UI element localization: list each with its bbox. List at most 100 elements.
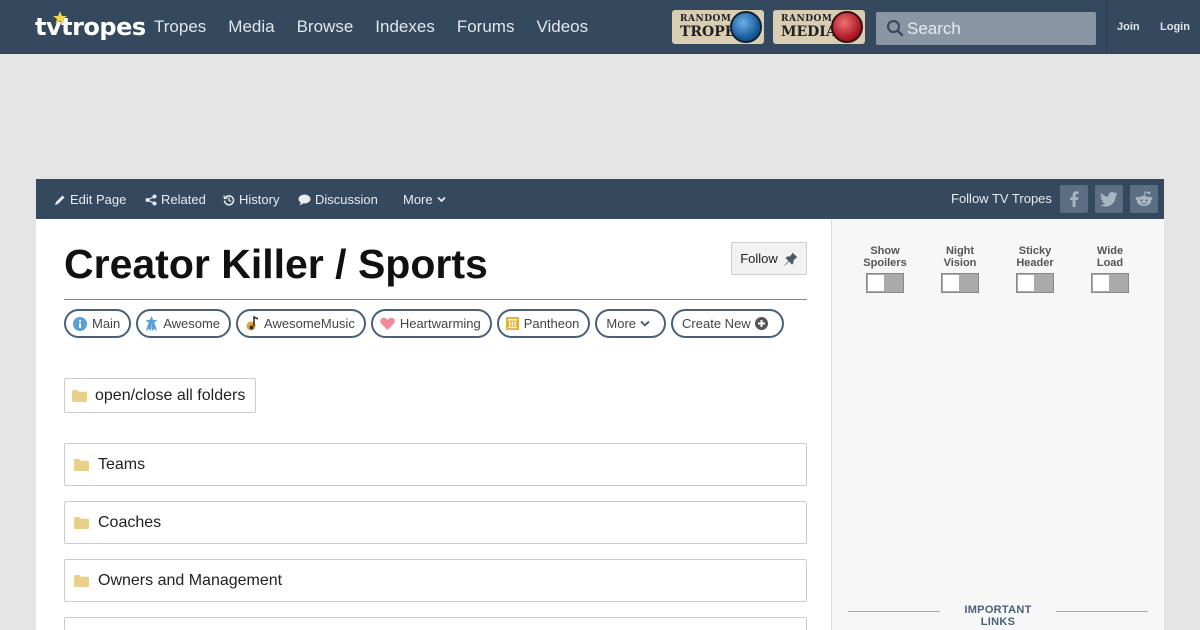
related-button[interactable]: Related	[145, 192, 206, 207]
edit-page-button[interactable]: Edit Page	[54, 192, 126, 207]
history-label: History	[239, 192, 280, 207]
folder-owners-management-label: Owners and Management	[98, 571, 283, 589]
pantheon-temple-icon	[505, 317, 519, 330]
wide-load-label-line2: Load	[1096, 257, 1124, 269]
more-label: More	[403, 192, 433, 207]
nav-videos[interactable]: Videos	[536, 17, 588, 37]
logo-text-tropes: tropes	[61, 13, 146, 41]
tab-main-label: Main	[92, 316, 121, 331]
nav-forums[interactable]: Forums	[457, 17, 515, 37]
random-trope-line1: RANDOM	[680, 14, 732, 24]
facebook-icon	[1070, 191, 1079, 207]
night-vision-label-line2: Vision	[943, 257, 977, 269]
nav-divider	[1106, 0, 1107, 54]
share-icon	[145, 194, 157, 205]
random-trope-line2: TROPE	[680, 24, 736, 40]
nav-indexes[interactable]: Indexes	[375, 17, 435, 37]
wide-load-label-line1: Wide	[1096, 245, 1124, 257]
page-title: Creator Killer / Sports	[64, 241, 488, 288]
award-ribbon-icon	[145, 316, 158, 331]
show-spoilers-toggle[interactable]	[866, 273, 904, 293]
info-icon	[73, 316, 87, 331]
night-vision-label-line1: Night	[945, 245, 975, 257]
folder-coaches[interactable]: Coaches	[64, 501, 807, 544]
tab-pantheon[interactable]: Pantheon	[496, 309, 591, 338]
nav-media[interactable]: Media	[228, 17, 274, 37]
show-spoilers-label-line2: Spoilers	[863, 257, 907, 269]
discussion-label: Discussion	[315, 192, 378, 207]
wide-load-toggle-group: Wide Load	[1080, 245, 1140, 293]
join-link[interactable]: Join	[1117, 21, 1140, 33]
night-vision-toggle-group: Night Vision	[930, 245, 990, 293]
folder-next-partial[interactable]	[64, 617, 807, 630]
heart-icon	[380, 317, 395, 330]
main-content: Creator Killer / Sports Follow Main Awes…	[36, 219, 831, 630]
show-spoilers-toggle-group: Show Spoilers	[855, 245, 915, 293]
red-orb-icon	[831, 11, 863, 43]
folder-icon	[74, 458, 89, 471]
random-media-button[interactable]: RANDOM MEDIA	[773, 10, 865, 44]
music-note-icon	[246, 316, 259, 331]
follow-label: Follow	[740, 251, 778, 266]
important-links-label: IMPORTANT LINKS	[964, 604, 1032, 628]
tab-awesome-label: Awesome	[163, 316, 221, 331]
plus-circle-icon	[754, 317, 768, 330]
sidebar: Show Spoilers Night Vision Sticky Header…	[831, 219, 1164, 630]
folder-owners-management[interactable]: Owners and Management	[64, 559, 807, 602]
folder-teams[interactable]: Teams	[64, 443, 807, 486]
facebook-button[interactable]	[1060, 185, 1088, 213]
tab-awesome-music[interactable]: AwesomeMusic	[236, 309, 366, 338]
folder-icon	[74, 516, 89, 529]
important-links-header: IMPORTANT LINKS	[848, 604, 1148, 628]
history-button[interactable]: History	[223, 192, 279, 207]
sticky-header-toggle[interactable]	[1016, 273, 1054, 293]
discussion-button[interactable]: Discussion	[298, 192, 378, 207]
page-action-bar: Edit Page Related History Discussion Mor…	[36, 179, 1164, 219]
follow-page-button[interactable]: Follow	[731, 242, 807, 275]
search-input[interactable]	[907, 12, 1087, 45]
twitter-icon	[1100, 191, 1118, 206]
create-new-button[interactable]: Create New	[671, 309, 784, 338]
sticky-header-label-line2: Header	[1016, 257, 1054, 269]
random-trope-button[interactable]: RANDOM TROPE	[672, 10, 764, 44]
speech-bubble-icon	[298, 194, 311, 205]
more-dropdown[interactable]: More	[403, 192, 450, 207]
search-box[interactable]	[876, 12, 1096, 45]
edit-page-label: Edit Page	[70, 192, 127, 207]
wide-load-toggle[interactable]	[1091, 273, 1129, 293]
pin-icon	[784, 252, 798, 265]
top-navbar: tvtropes Tropes Media Browse Indexes For…	[0, 0, 1200, 54]
header-rule-left	[848, 611, 940, 612]
related-label: Related	[161, 192, 206, 207]
open-close-all-folders-button[interactable]: open/close all folders	[64, 378, 256, 413]
tab-awesome-music-label: AwesomeMusic	[264, 316, 355, 331]
random-media-line1: RANDOM	[781, 14, 833, 24]
toggle-knob	[943, 275, 959, 291]
tab-awesome[interactable]: Awesome	[136, 309, 232, 338]
open-close-label: open/close all folders	[95, 386, 246, 404]
tvtropes-logo[interactable]: tvtropes	[35, 11, 146, 43]
folder-icon	[74, 574, 89, 587]
sticky-header-toggle-group: Sticky Header	[1005, 245, 1065, 293]
subpage-tabs: Main Awesome AwesomeMusic Heartwarming P…	[64, 309, 789, 338]
nav-browse[interactable]: Browse	[297, 17, 354, 37]
tab-more-dropdown[interactable]: More	[595, 309, 667, 338]
toggle-knob	[1018, 275, 1034, 291]
tab-main[interactable]: Main	[64, 309, 132, 338]
header-rule-right	[1056, 611, 1148, 612]
search-icon	[886, 19, 904, 37]
nav-tropes[interactable]: Tropes	[154, 17, 206, 37]
twitter-button[interactable]	[1095, 185, 1123, 213]
title-divider	[64, 299, 807, 300]
page-card: Edit Page Related History Discussion Mor…	[36, 179, 1164, 630]
pencil-icon	[55, 195, 65, 205]
night-vision-toggle[interactable]	[941, 273, 979, 293]
login-link[interactable]: Login	[1160, 21, 1190, 33]
toggle-knob	[1093, 275, 1109, 291]
history-icon	[223, 194, 235, 206]
tab-heartwarming-label: Heartwarming	[399, 316, 481, 331]
sticky-header-label-line1: Sticky	[1018, 245, 1052, 257]
folder-icon	[72, 389, 87, 402]
tab-heartwarming[interactable]: Heartwarming	[370, 309, 492, 338]
reddit-button[interactable]	[1130, 185, 1158, 213]
